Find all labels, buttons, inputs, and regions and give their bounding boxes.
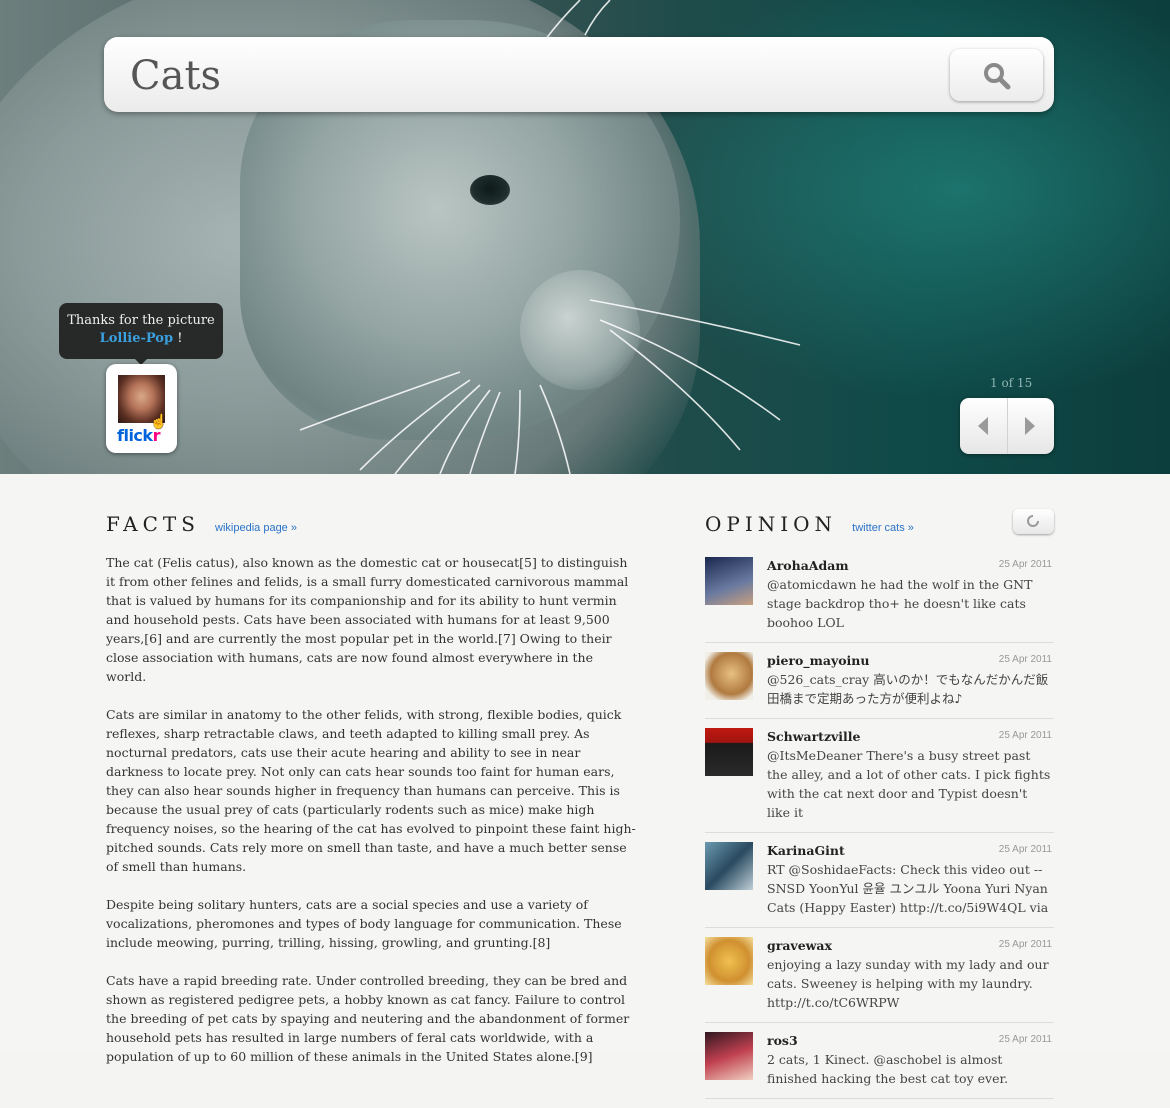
facts-header: FACTS wikipedia page » xyxy=(106,512,636,542)
tweet-date: 25 Apr 2011 xyxy=(998,654,1052,665)
tooltip-line: Thanks for the picture xyxy=(67,313,215,328)
tweet-date: 25 Apr 2011 xyxy=(998,730,1052,741)
tweet-list: ArohaAdam 25 Apr 2011 @atomicdawn he had… xyxy=(705,557,1054,1099)
hero-photo: Thanks for the picture Lollie-Pop ! flic… xyxy=(0,0,1170,474)
tweet-item: ArohaAdam 25 Apr 2011 @atomicdawn he had… xyxy=(705,557,1054,643)
tweet-item: piero_mayoinu 25 Apr 2011 @526_cats_cray… xyxy=(705,652,1054,719)
tooltip-suffix: ! xyxy=(173,331,183,346)
flickr-logo-text-1: flick xyxy=(117,426,153,445)
tweet-avatar[interactable] xyxy=(705,842,753,890)
tweet-avatar[interactable] xyxy=(705,652,753,700)
hand-cursor-icon: ☝ xyxy=(150,414,168,430)
tweet-avatar[interactable] xyxy=(705,1032,753,1080)
tweet-item: Schwartzville 25 Apr 2011 @ItsMeDeaner T… xyxy=(705,728,1054,833)
refresh-icon xyxy=(1027,515,1039,527)
tooltip-credit: Lollie-Pop ! xyxy=(59,330,223,348)
search-button[interactable] xyxy=(950,49,1043,101)
search-bar xyxy=(104,37,1054,112)
tweet-text: RT @SoshidaeFacts: Check this video out … xyxy=(767,862,1049,915)
photo-credit-tooltip: Thanks for the picture Lollie-Pop ! xyxy=(59,303,223,365)
facts-paragraph: The cat (Felis catus), also known as the… xyxy=(106,555,629,684)
chevron-left-icon xyxy=(978,417,988,435)
twitter-link[interactable]: twitter cats » xyxy=(852,522,914,534)
tweet-text: 2 cats, 1 Kinect. @aschobel is almost fi… xyxy=(767,1052,1009,1086)
tweet-text: @atomicdawn he had the wolf in the GNT s… xyxy=(767,577,1033,630)
flickr-badge[interactable]: flickr xyxy=(106,364,177,453)
next-photo-button[interactable] xyxy=(1007,398,1054,454)
facts-section: FACTS wikipedia page » The cat (Felis ca… xyxy=(106,512,636,1085)
tweet-date: 25 Apr 2011 xyxy=(998,939,1052,950)
pager-counter: 1 of 15 xyxy=(990,376,1033,390)
tweet-avatar[interactable] xyxy=(705,557,753,605)
tweet-text: @ItsMeDeaner There's a busy street past … xyxy=(767,748,1051,820)
facts-body: The cat (Felis catus), also known as the… xyxy=(106,553,636,1066)
opinion-section: OPINION twitter cats » ArohaAdam 25 Apr … xyxy=(705,509,1054,1108)
tweet-avatar[interactable] xyxy=(705,937,753,985)
chevron-right-icon xyxy=(1025,417,1035,435)
facts-paragraph: Cats are similar in anatomy to the other… xyxy=(106,707,636,874)
tweet-date: 25 Apr 2011 xyxy=(998,844,1052,855)
tweet-item: ros3 25 Apr 2011 2 cats, 1 Kinect. @asch… xyxy=(705,1032,1054,1099)
refresh-button[interactable] xyxy=(1013,509,1054,534)
search-icon xyxy=(984,63,1011,90)
tweet-text: @526_cats_cray 高いのか！でもなんだかんだ飯田橋まで定期あった方が… xyxy=(767,672,1049,706)
tweet-date: 25 Apr 2011 xyxy=(998,1034,1052,1045)
facts-paragraph: Cats have a rapid breeding rate. Under c… xyxy=(106,973,630,1064)
opinion-title: OPINION xyxy=(705,512,838,536)
tweet-item: gravewax 25 Apr 2011 enjoying a lazy sun… xyxy=(705,937,1054,1023)
search-input[interactable] xyxy=(128,47,932,105)
tweet-date: 25 Apr 2011 xyxy=(998,559,1052,570)
facts-paragraph: Despite being solitary hunters, cats are… xyxy=(106,897,622,950)
content-area: FACTS wikipedia page » The cat (Felis ca… xyxy=(0,474,1170,1099)
photo-pager xyxy=(960,398,1054,454)
tweet-avatar[interactable] xyxy=(705,728,753,776)
prev-photo-button[interactable] xyxy=(960,398,1008,454)
photographer-link[interactable]: Lollie-Pop xyxy=(100,331,173,346)
facts-title: FACTS xyxy=(106,512,200,536)
opinion-header: OPINION twitter cats » xyxy=(705,512,1054,542)
wikipedia-link[interactable]: wikipedia page » xyxy=(215,522,297,534)
tweet-text: enjoying a lazy sunday with my lady and … xyxy=(767,957,1049,1010)
tweet-item: KarinaGint 25 Apr 2011 RT @SoshidaeFacts… xyxy=(705,842,1054,928)
